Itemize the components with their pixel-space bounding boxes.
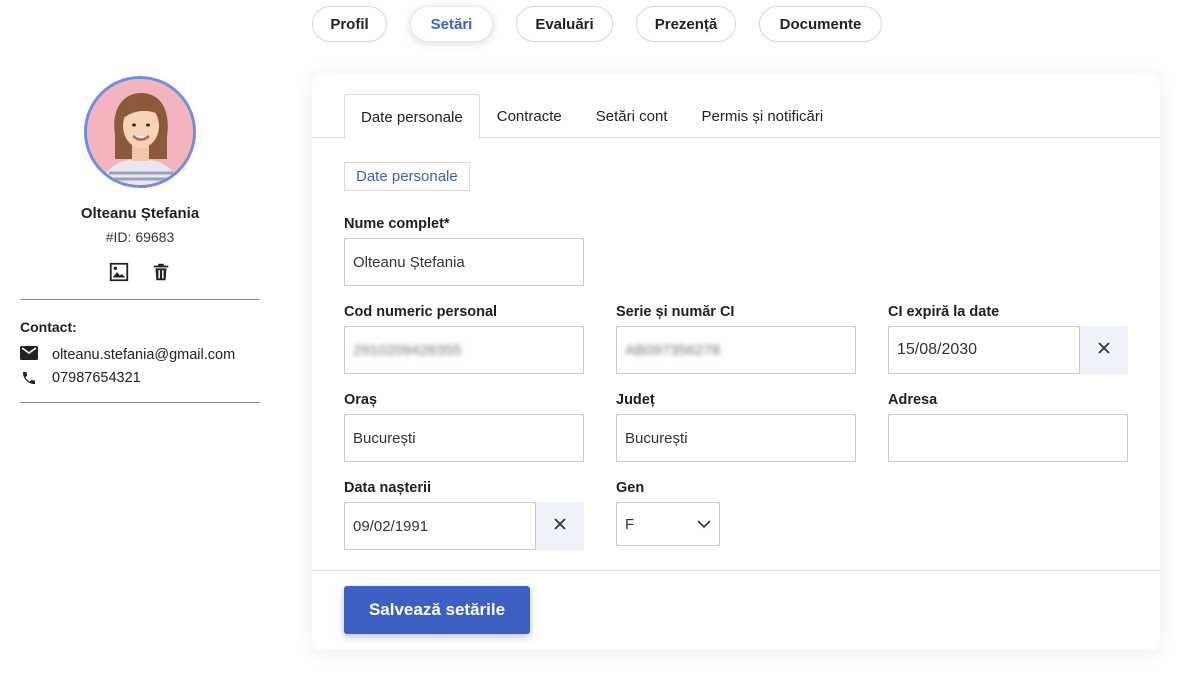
section-title: Date personale (344, 162, 470, 191)
tab-setari-cont[interactable]: Setări cont (579, 94, 685, 138)
tab-date-personale[interactable]: Date personale (344, 94, 480, 139)
tab-label: Contracte (496, 108, 562, 125)
ci-expiry-label: CI expiră la date (888, 304, 1000, 320)
tab-label: Setări cont (595, 108, 668, 125)
email-text[interactable]: olteanu.stefania@gmail.com (52, 347, 235, 363)
tab-setari[interactable]: Setări (410, 6, 493, 42)
birth-date-input[interactable]: 09/02/1991 (344, 502, 536, 550)
input-value: București (625, 429, 688, 447)
input-value: 2910209426355 (353, 341, 462, 359)
divider (20, 402, 260, 403)
cnp-input[interactable]: 2910209426355 (344, 326, 584, 374)
gender-label: Gen (616, 480, 645, 496)
contact-email: olteanu.stefania@gmail.com (20, 346, 260, 364)
birth-date-label: Data nașterii (344, 480, 432, 496)
city-label: Oraș (344, 392, 378, 408)
profile-name: Olteanu Ștefania (80, 205, 200, 222)
address-input[interactable] (888, 414, 1128, 462)
image-icon[interactable] (108, 261, 130, 283)
full-name-label: Nume complet* (344, 216, 450, 232)
phone-icon (20, 370, 38, 386)
tab-profil[interactable]: Profil (312, 6, 387, 42)
trash-icon[interactable] (150, 261, 172, 283)
input-value: București (353, 429, 416, 447)
county-label: Județ (616, 392, 655, 408)
page: Profil Setări Evaluări Prezență Document… (0, 0, 1200, 700)
tab-label: Prezență (654, 15, 718, 33)
divider (20, 299, 260, 300)
tab-label: Documente (779, 15, 862, 33)
cnp-label: Cod numeric personal (344, 304, 498, 320)
contact-phone: 07987654321 (20, 370, 260, 386)
divider (312, 570, 1160, 571)
avatar (84, 76, 196, 188)
avatar-image (87, 79, 193, 185)
close-icon (554, 517, 566, 535)
tab-documente[interactable]: Documente (759, 6, 882, 42)
profile-id: #ID: 69683 (105, 229, 175, 245)
settings-card: Date personale Contracte Setări cont Per… (312, 74, 1160, 650)
ci-series-input[interactable]: AB097356278 (616, 326, 856, 374)
chevron-down-icon (697, 516, 711, 533)
ci-expiry-input[interactable]: 15/08/2030 (888, 326, 1080, 374)
save-settings-button[interactable]: Salvează setările (344, 586, 530, 634)
gender-select[interactable]: F (616, 502, 720, 546)
tab-contracte[interactable]: Contracte (480, 94, 579, 138)
avatar-actions (20, 261, 260, 283)
top-tabs: Profil Setări Evaluări Prezență Document… (312, 6, 905, 42)
tab-evaluari[interactable]: Evaluări (516, 6, 613, 42)
tab-label: Evaluări (535, 15, 594, 33)
input-value: AB097356278 (625, 341, 721, 359)
button-label: Salvează setările (368, 600, 506, 619)
address-label: Adresa (888, 392, 938, 408)
contact-title: Contact: (20, 319, 77, 335)
inner-tabs: Date personale Contracte Setări cont Per… (312, 94, 1160, 139)
mail-icon (20, 346, 38, 364)
county-input[interactable]: București (616, 414, 856, 462)
select-value: F (625, 515, 635, 533)
tab-permis-notificari[interactable]: Permis și notificări (685, 94, 841, 138)
input-value: Olteanu Ștefania (353, 253, 465, 271)
input-value: 09/02/1991 (353, 517, 429, 535)
full-name-input[interactable]: Olteanu Ștefania (344, 238, 584, 286)
tab-label: Permis și notificări (701, 108, 824, 125)
city-input[interactable]: București (344, 414, 584, 462)
ci-expiry-clear-button[interactable] (1080, 326, 1128, 374)
close-icon (1098, 341, 1110, 359)
tab-label: Date personale (361, 108, 463, 126)
input-value: 15/08/2030 (897, 341, 978, 358)
profile-sidebar: Olteanu Ștefania #ID: 69683 Contact: olt… (20, 76, 260, 403)
ci-series-label: Serie și număr CI (616, 304, 735, 320)
birth-date-clear-button[interactable] (536, 502, 584, 550)
phone-text[interactable]: 07987654321 (52, 370, 141, 386)
tab-label: Profil (330, 15, 369, 33)
tab-prezenta[interactable]: Prezență (636, 6, 736, 42)
tab-label: Setări (430, 15, 473, 33)
